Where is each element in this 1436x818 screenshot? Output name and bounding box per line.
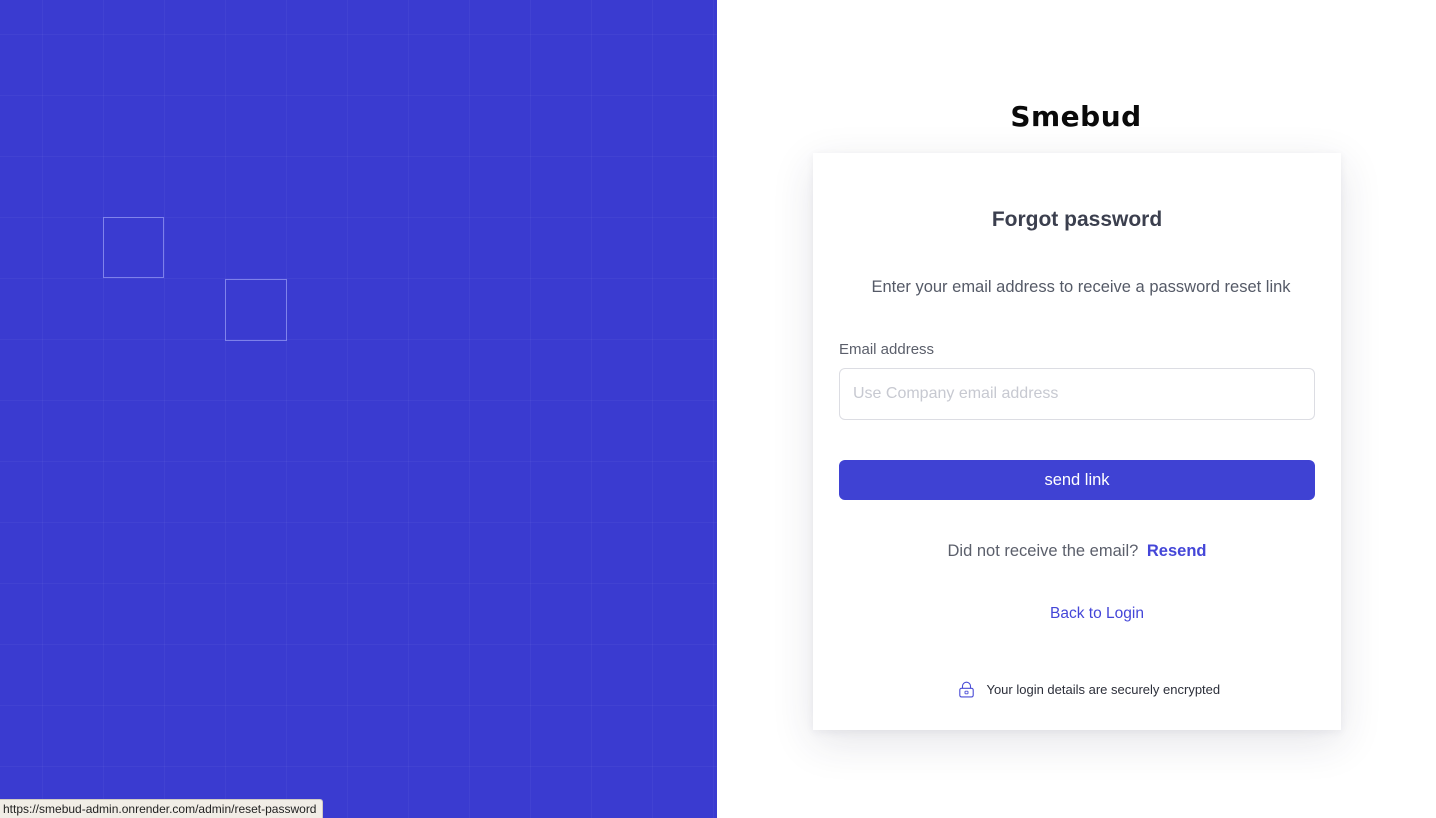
send-link-button[interactable]: send link (839, 460, 1315, 500)
back-to-login-link[interactable]: Back to Login (813, 605, 1381, 623)
lock-icon (959, 681, 974, 698)
email-field[interactable] (839, 368, 1315, 420)
status-bar-url: https://smebud-admin.onrender.com/admin/… (0, 799, 324, 818)
page-title: Forgot password (991, 208, 1163, 231)
resend-row: Did not receive the email? Resend (813, 542, 1341, 561)
security-note-text: Your login details are securely encrypte… (986, 682, 1221, 698)
resend-prompt: Did not receive the email? (947, 542, 1139, 560)
decorative-square (225, 279, 287, 341)
hero-panel (0, 0, 717, 818)
email-label: Email address (839, 341, 935, 358)
resend-link[interactable]: Resend (1147, 542, 1207, 560)
security-note: Your login details are securely encrypte… (813, 681, 1365, 698)
forgot-password-card: Forgot password Enter your email address… (813, 153, 1341, 730)
decorative-square (103, 217, 164, 278)
brand-logo: Smebud (1010, 100, 1142, 133)
instruction-text: Enter your email address to receive a pa… (871, 278, 1291, 296)
